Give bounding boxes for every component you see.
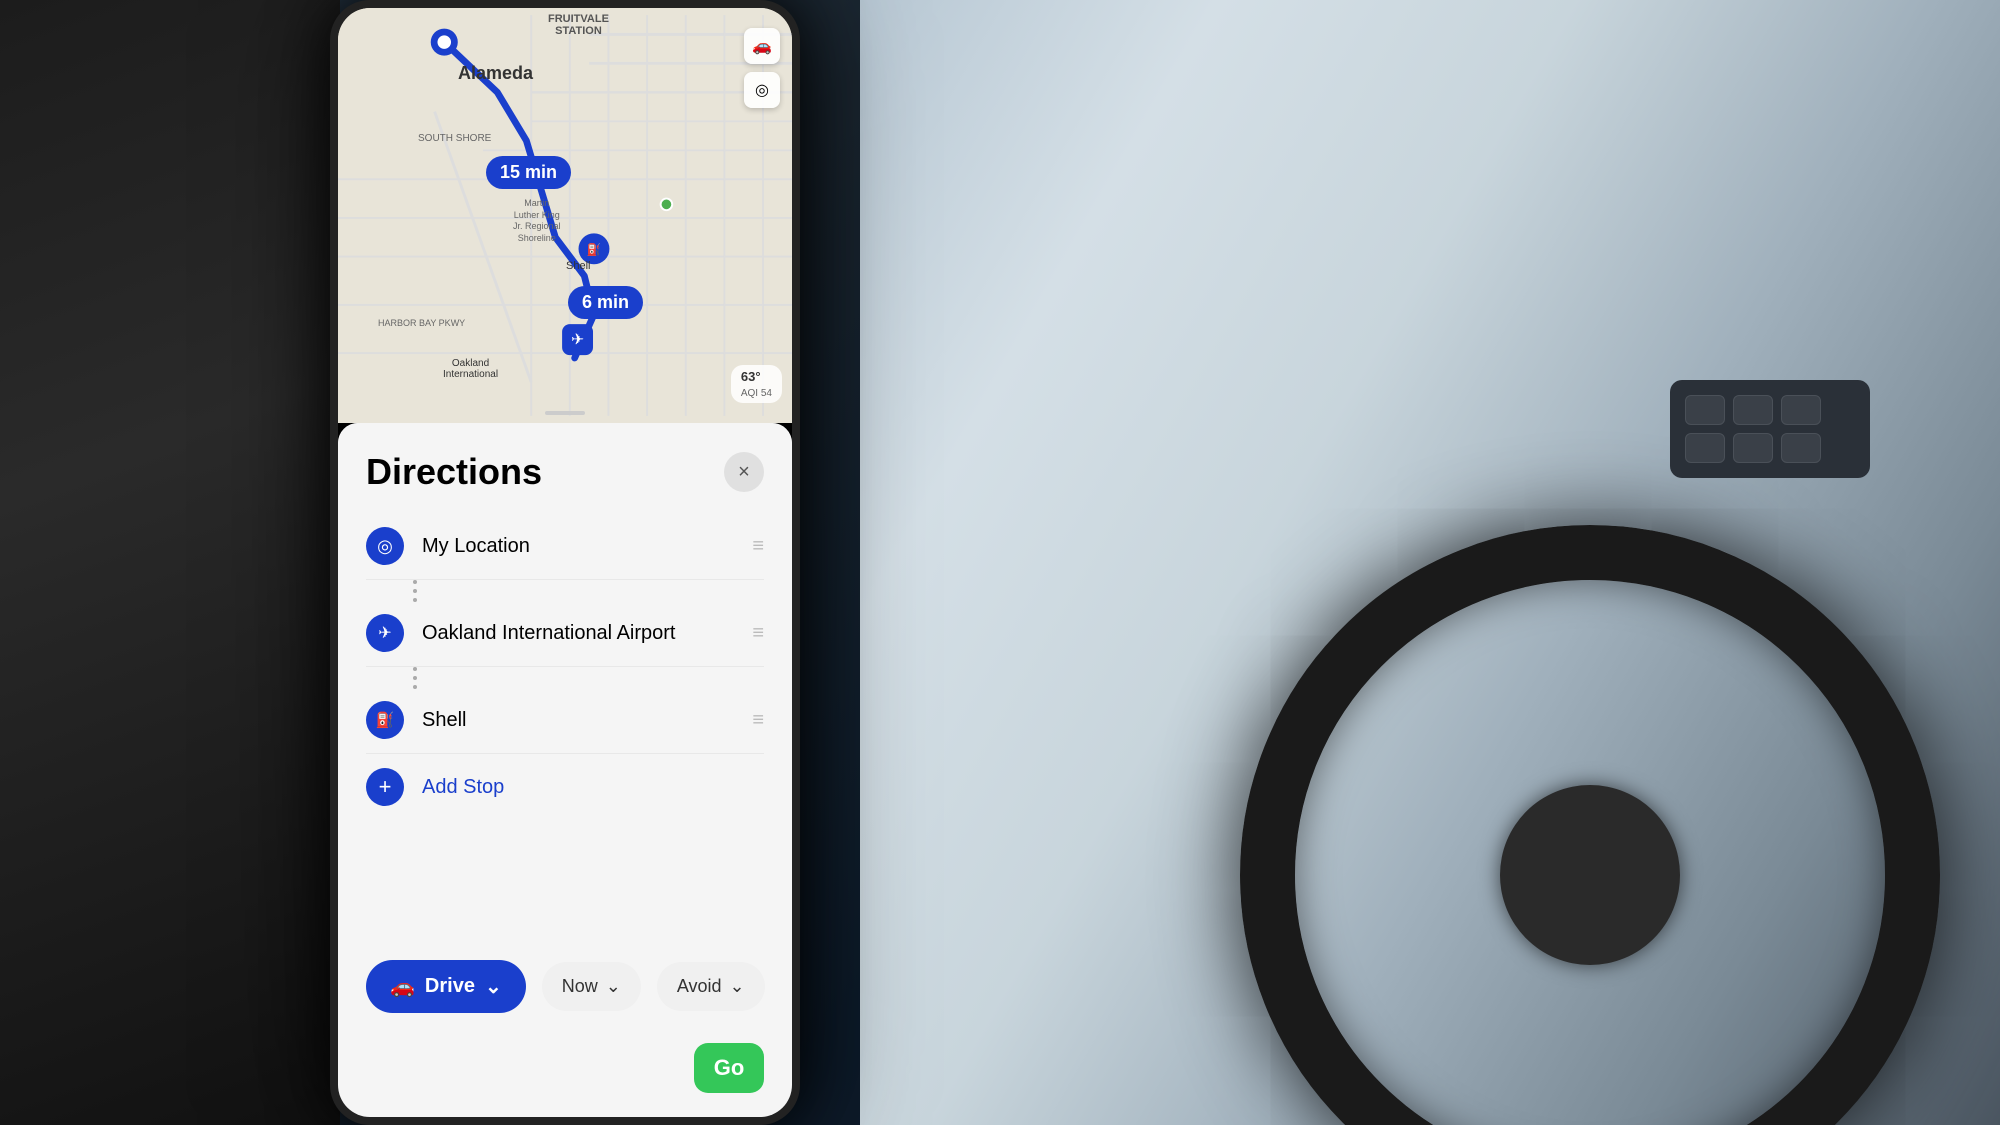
map-area[interactable]: ⛽ ✈ Alameda FRUITVALESTATION SOUTH SHORE… — [338, 8, 792, 423]
avoid-label: Avoid — [677, 976, 722, 997]
svg-text:✈: ✈ — [571, 331, 584, 348]
now-label: Now — [562, 976, 598, 997]
waypoint-shell[interactable]: ⛽ Shell ≡ — [366, 687, 764, 754]
drive-button[interactable]: 🚗 Drive ⌄ — [366, 960, 526, 1013]
drive-chevron-icon: ⌄ — [485, 974, 502, 999]
bg-left-interior — [0, 0, 340, 1125]
connector-dots-2 — [366, 667, 764, 687]
time-bubble-15min: 15 min — [486, 156, 571, 189]
weather-aqi: AQI 54 — [741, 388, 772, 399]
dashboard-controls — [1670, 380, 1870, 493]
waypoint-shell-text: Shell — [422, 709, 734, 732]
go-label: Go — [714, 1055, 745, 1081]
now-chevron-icon: ⌄ — [606, 976, 621, 997]
weather-temp: 63° — [741, 369, 761, 384]
drive-label: Drive — [425, 975, 475, 998]
waypoints-list: ◎ My Location ≡ ✈ Oakland International … — [338, 513, 792, 820]
map-controls: 🚗 ◎ — [744, 28, 780, 108]
location-icon: ◎ — [366, 527, 404, 565]
weather-badge: 63° AQI 54 — [731, 365, 782, 403]
panel-header: Directions × — [338, 423, 792, 513]
south-shore-label: SOUTH SHORE — [418, 133, 491, 144]
car-view-button[interactable]: 🚗 — [744, 28, 780, 64]
steering-wheel — [1240, 525, 1940, 1125]
phone-frame: ⛽ ✈ Alameda FRUITVALESTATION SOUTH SHORE… — [330, 0, 800, 1125]
plane-icon: ✈ — [366, 614, 404, 652]
martin-luther-label: MartinLuther KingJr. RegionalShoreline — [513, 198, 561, 245]
waypoint-airport[interactable]: ✈ Oakland International Airport ≡ — [366, 600, 764, 667]
avoid-chevron-icon: ⌄ — [730, 976, 745, 997]
alameda-map-label: Alameda — [458, 63, 533, 84]
waypoint-add-stop-text: Add Stop — [422, 776, 764, 799]
route-svg: ⛽ ✈ — [338, 8, 792, 423]
connector-dots-1 — [366, 580, 764, 600]
fuel-icon: ⛽ — [366, 701, 404, 739]
directions-panel: Directions × ◎ My Location ≡ — [338, 423, 792, 1125]
drag-handle-1[interactable]: ≡ — [752, 623, 764, 643]
waypoint-my-location[interactable]: ◎ My Location ≡ — [366, 513, 764, 580]
fruitvale-map-label: FRUITVALESTATION — [548, 13, 609, 37]
waypoint-add-stop[interactable]: + Add Stop — [366, 754, 764, 820]
go-button[interactable]: Go — [694, 1043, 764, 1093]
panel-title: Directions — [366, 451, 542, 493]
time-bubble-6min: 6 min — [568, 286, 643, 319]
location-button[interactable]: ◎ — [744, 72, 780, 108]
drag-handle-2[interactable]: ≡ — [752, 710, 764, 730]
action-bar: 🚗 Drive ⌄ Now ⌄ Avoid ⌄ — [338, 960, 792, 1013]
avoid-button[interactable]: Avoid ⌄ — [657, 962, 765, 1011]
waypoint-airport-text: Oakland International Airport — [422, 622, 734, 645]
shell-map-label: Shell — [566, 260, 590, 272]
waypoint-my-location-text: My Location — [422, 535, 734, 558]
airport-map-label: OaklandInternational — [443, 358, 498, 380]
phone-container: ⛽ ✈ Alameda FRUITVALESTATION SOUTH SHORE… — [330, 0, 800, 1125]
drive-icon: 🚗 — [390, 974, 415, 999]
close-button[interactable]: × — [724, 452, 764, 492]
bg-right-dashboard — [860, 0, 2000, 1125]
now-button[interactable]: Now ⌄ — [542, 962, 641, 1011]
add-stop-icon: + — [366, 768, 404, 806]
drag-handle-0[interactable]: ≡ — [752, 536, 764, 556]
pull-handle[interactable] — [545, 411, 585, 415]
svg-text:⛽: ⛽ — [587, 243, 601, 257]
harbor-label: HARBOR BAY PKWY — [378, 318, 465, 328]
